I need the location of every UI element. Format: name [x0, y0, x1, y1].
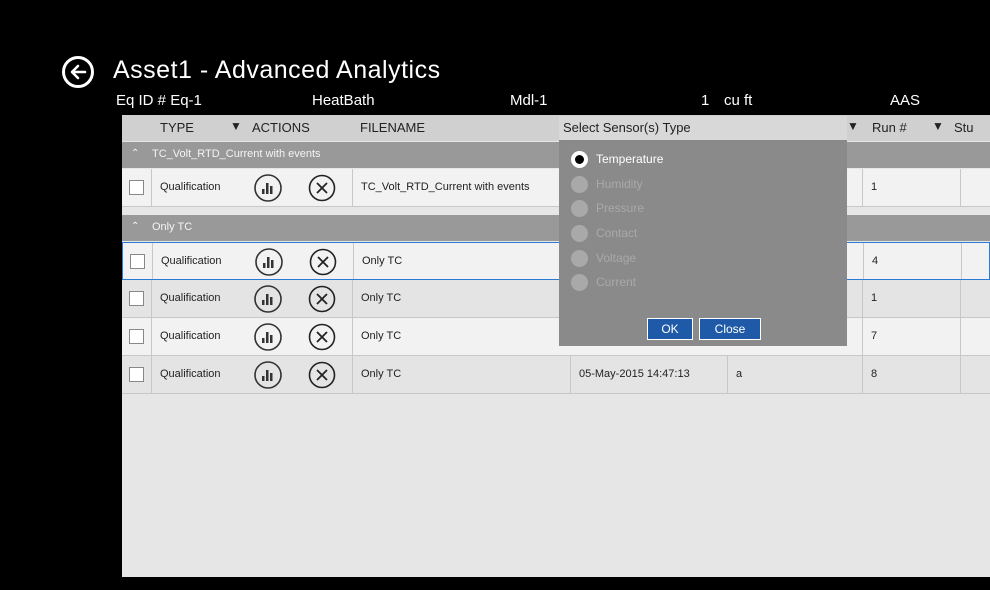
cell-run-number: 7: [871, 330, 878, 342]
filter-icon[interactable]: ▼: [932, 119, 944, 133]
analytics-chart-icon[interactable]: [253, 173, 283, 203]
column-header-run[interactable]: Run #: [872, 120, 907, 135]
column-header-type[interactable]: TYPE: [160, 120, 194, 135]
chevron-up-icon[interactable]: ⌃: [131, 148, 139, 159]
radio-button[interactable]: [571, 176, 588, 193]
row-checkbox[interactable]: [129, 367, 144, 382]
close-icon[interactable]: [308, 361, 336, 389]
cell-type: Qualification: [160, 368, 221, 380]
equipment-volume: 1: [701, 92, 710, 109]
cell-type: Qualification: [160, 330, 221, 342]
cell-date: 05-May-2015 14:47:13: [579, 368, 690, 380]
cell-type: Qualification: [160, 181, 221, 193]
column-header-filename[interactable]: FILENAME: [360, 120, 425, 135]
equipment-volume-unit: cu ft: [724, 92, 753, 109]
group-label: TC_Volt_RTD_Current with events: [152, 148, 321, 160]
dialog-title-bar: Select Sensor(s) Type: [559, 116, 847, 140]
group-label: Only TC: [152, 221, 193, 233]
option-label: Contact: [596, 226, 638, 240]
cell-run-number: 1: [871, 292, 878, 304]
analytics-chart-icon[interactable]: [253, 360, 283, 390]
group-header[interactable]: ⌃ Only TC: [122, 215, 990, 241]
page-title: Asset1 - Advanced Analytics: [113, 56, 441, 84]
table-row[interactable]: Qualification TC_Volt_RTD_Current with e…: [122, 169, 990, 207]
close-icon[interactable]: [308, 174, 336, 202]
arrow-left-icon: [70, 64, 87, 80]
cell-filename: Only TC: [362, 255, 403, 267]
column-header-actions: ACTIONS: [252, 120, 310, 135]
cell-run-number: 1: [871, 181, 878, 193]
group-header[interactable]: ⌃ TC_Volt_RTD_Current with events: [122, 142, 990, 168]
row-checkbox[interactable]: [130, 254, 145, 269]
cell-type: Qualification: [160, 292, 221, 304]
analytics-chart-icon[interactable]: [254, 247, 284, 277]
row-checkbox[interactable]: [129, 291, 144, 306]
cell-run-number: 8: [871, 368, 878, 380]
cell-run-number: 4: [872, 255, 879, 267]
column-header-study: Stu: [954, 120, 974, 135]
ok-button[interactable]: OK: [647, 318, 693, 340]
radio-button[interactable]: [571, 200, 588, 217]
sensor-type-dialog: Select Sensor(s) Type Temperature Humidi…: [559, 116, 847, 346]
filter-icon[interactable]: ▼: [847, 119, 859, 133]
data-grid: TYPE ▼ ACTIONS FILENAME ▼ Run # ▼ Stu ⌃ …: [122, 115, 990, 577]
option-label: Temperature: [596, 152, 664, 166]
close-button[interactable]: Close: [699, 318, 761, 340]
table-row[interactable]: Qualification Only TC 05-May-2015 14:47:…: [122, 356, 990, 394]
table-row[interactable]: Qualification Only TC 7: [122, 318, 990, 356]
back-button[interactable]: [62, 56, 94, 88]
table-row[interactable]: Qualification Only TC 1: [122, 280, 990, 318]
row-checkbox[interactable]: [129, 329, 144, 344]
equipment-id: Eq ID # Eq-1: [116, 92, 202, 109]
cell-type: Qualification: [161, 255, 222, 267]
row-checkbox[interactable]: [129, 180, 144, 195]
radio-button[interactable]: [571, 250, 588, 267]
column-header-row: TYPE ▼ ACTIONS FILENAME ▼ Run # ▼ Stu: [122, 115, 990, 141]
cell-user: a: [736, 368, 743, 380]
close-icon[interactable]: [308, 323, 336, 351]
option-label: Humidity: [596, 177, 643, 191]
radio-button[interactable]: [571, 151, 588, 168]
option-label: Voltage: [596, 251, 637, 265]
analytics-chart-icon[interactable]: [253, 284, 283, 314]
radio-button[interactable]: [571, 274, 588, 291]
analytics-chart-icon[interactable]: [253, 322, 283, 352]
cell-filename: TC_Volt_RTD_Current with events: [361, 181, 530, 193]
close-icon[interactable]: [309, 248, 337, 276]
filter-icon[interactable]: ▼: [230, 119, 242, 133]
close-icon[interactable]: [308, 285, 336, 313]
cell-filename: Only TC: [361, 292, 402, 304]
radio-button[interactable]: [571, 225, 588, 242]
chevron-up-icon[interactable]: ⌃: [131, 221, 139, 232]
equipment-manufacturer: AAS: [890, 92, 921, 109]
cell-filename: Only TC: [361, 330, 402, 342]
equipment-type: HeatBath: [312, 92, 375, 109]
equipment-model: Mdl-1: [510, 92, 548, 109]
dialog-title: Select Sensor(s) Type: [563, 120, 691, 135]
table-row[interactable]: Qualification Only TC 4: [122, 242, 990, 280]
option-label: Pressure: [596, 201, 645, 215]
option-label: Current: [596, 275, 637, 289]
cell-filename: Only TC: [361, 368, 402, 380]
